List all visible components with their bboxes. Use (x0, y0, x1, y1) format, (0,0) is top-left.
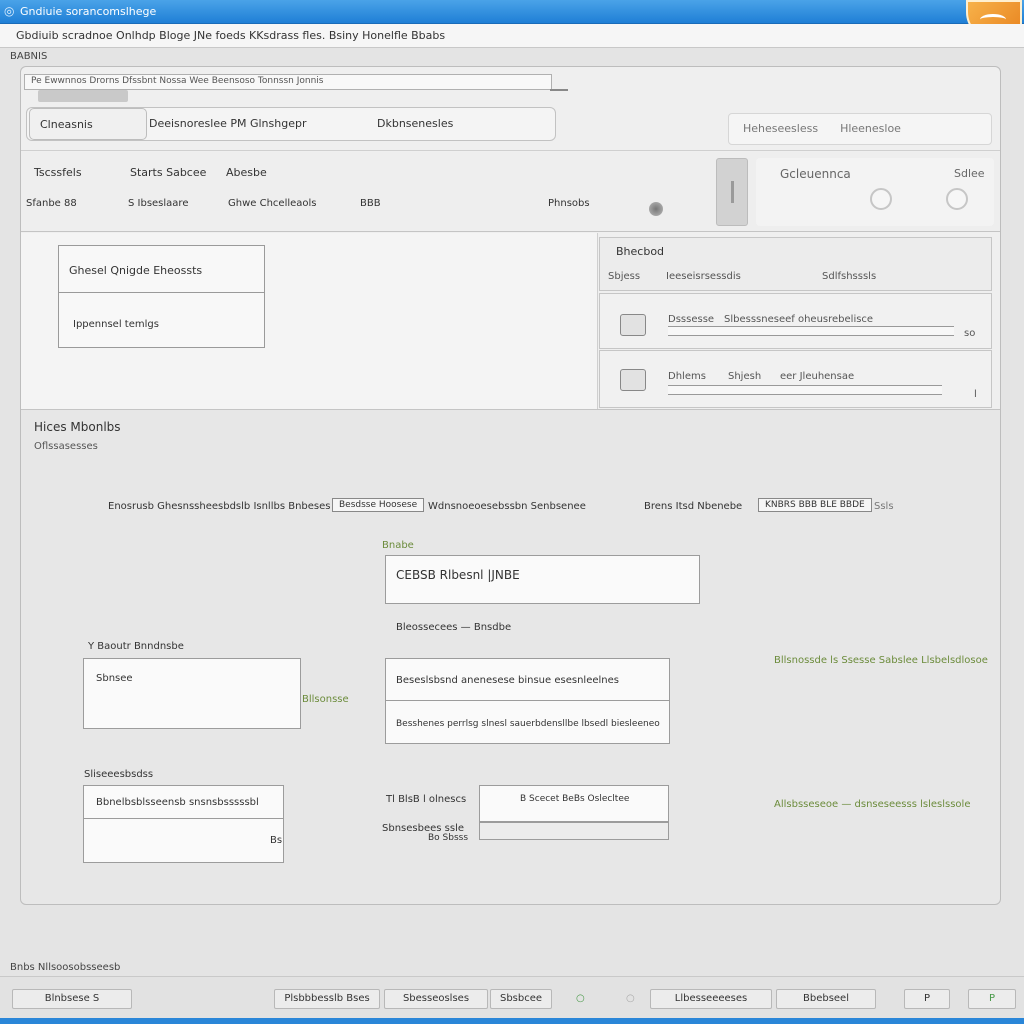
center-field[interactable]: CEBSB Rlbesnl |JNBE (385, 555, 700, 604)
list-item-detail: Slbesssneseef oheusrebelisce (724, 314, 874, 325)
settings-circle-icon[interactable] (946, 188, 968, 210)
right-list-header: Bhecbod Sbjess Ieeseisrsessdis Sdlfshsss… (599, 237, 992, 291)
left-group1-label: Y Baoutr Bnndnsbe (88, 641, 184, 652)
left-hint1: Bllsonsse (302, 694, 349, 705)
center-box-line-1[interactable]: Beseslsbsnd anenesese binsue esesnleelne… (385, 658, 670, 701)
right-hint1: Bllsnossde ls Ssesse Sabslee Llsbelsdlos… (774, 655, 988, 666)
list-item-name: Dhlems (668, 371, 706, 382)
right-list-col-2: Ieeseisrsessdis (666, 271, 741, 282)
left-field1[interactable]: Sbnsee (83, 658, 301, 729)
green-dot-icon: ○ (576, 993, 585, 1004)
row1-label: Enosrusb Ghesnssheesbdslb Isnllbs Bnbese… (108, 501, 355, 512)
list-item-value: so (964, 328, 976, 339)
row1-box[interactable]: Besdsse Hoosese (332, 498, 425, 512)
card-subtitle: Ippennsel temlgs (73, 319, 159, 330)
left-field2-top[interactable]: Bbnelbsblsseensb snsnsbsssssbl (83, 785, 284, 819)
footer-button-6[interactable]: Bbebseel (776, 989, 876, 1009)
right-list-col-3: Sdlfshsssls (822, 271, 877, 282)
divider (21, 409, 1000, 410)
list-item-detail: Shjesh (728, 371, 762, 382)
center-box-line-2-text: Besshenes perrlsg slnesl sauerbdensllbe … (396, 719, 660, 729)
radio-dot-icon[interactable] (649, 202, 663, 216)
info-value-5: Phnsobs (548, 198, 590, 209)
info-value-1: Sfanbe 88 (26, 198, 77, 209)
info-label-2: Starts Sabcee (130, 166, 207, 179)
list-item-bar (668, 326, 954, 336)
footer-accent-strip (0, 1018, 1024, 1024)
address-bar[interactable]: Pe Ewwnnos Drorns Dfssbnt Nossa Wee Been… (24, 74, 552, 90)
center-sub: Bleossecees — Bnsdbe (396, 622, 512, 633)
mid-label-1: Tl BlsB l olnescs (386, 794, 467, 805)
center-box-line-1-text: Beseslsbsnd anenesese binsue esesnleelne… (396, 675, 619, 686)
info-label-3: Abesbe (226, 166, 267, 179)
tab-row: Clneasnis Deeisnoreslee PM Glnshgepr Dkb… (26, 107, 556, 141)
mid-box-bar[interactable] (479, 822, 669, 840)
right-field-text-1: Heheseesless (743, 122, 819, 135)
right-list-title: Bhecbod (616, 245, 665, 258)
list-item-extra: eer Jleuhensae (780, 371, 855, 382)
lower-subtitle: Oflssasesses (34, 441, 98, 452)
center-field-text: CEBSB Rlbesnl |JNBE (396, 568, 520, 582)
footer-button-7[interactable]: P (904, 989, 950, 1009)
footer-button-8[interactable]: P (968, 989, 1016, 1009)
address-bar-handle[interactable] (550, 87, 568, 91)
center-caption: Bnabe (382, 540, 414, 551)
footer-button-5[interactable]: Llbesseeeeses (650, 989, 772, 1009)
monitor-icon (620, 369, 646, 391)
list-item-value: l (974, 389, 977, 400)
info-panel-right: Sdlee (954, 167, 985, 180)
section-label: BABNIS (10, 51, 48, 62)
left-field2-bottom[interactable]: Bs (83, 818, 284, 863)
list-item-name: Dsssesse (668, 314, 715, 325)
info-label-1: Tscssfels (34, 166, 82, 179)
tab-documents[interactable]: Dkbnsenesles (367, 108, 463, 140)
divider (21, 150, 1000, 151)
info-value-4: BBB (360, 198, 381, 209)
left-field1-text: Sbnsee (96, 673, 133, 684)
footer-button-4[interactable]: Sbsbcee (490, 989, 552, 1009)
mid-box-text: B Scecet BeBs Oslecltee (520, 794, 630, 804)
window-control-icon[interactable] (716, 158, 748, 226)
lower-title: Hices Mbonlbs (34, 420, 121, 434)
card-title-box[interactable]: Ghesel Qnigde Eheossts (58, 245, 265, 293)
left-field2-mark: Bs (270, 835, 283, 846)
window-titlebar: ◎ Gndiuie sorancomslhege (0, 0, 1024, 24)
card-title: Ghesel Qnigde Eheossts (69, 264, 203, 277)
mid-label-2b: Bo Sbsss (428, 833, 469, 843)
status-label: Bnbs Nllsoosobsseesb (10, 962, 121, 973)
card-subtitle-box[interactable]: Ippennsel temlgs (58, 292, 265, 348)
list-item[interactable]: Dhlems Shjesh eer Jleuhensae l (599, 350, 992, 408)
ship-icon (620, 314, 646, 336)
list-item-bar (668, 385, 942, 395)
tab-details[interactable]: Deeisnoreslee PM Glnshgepr (139, 108, 317, 140)
mid-box[interactable]: B Scecet BeBs Oslecltee (479, 785, 669, 822)
tab-clients[interactable]: Clneasnis (29, 108, 147, 140)
right-hint2: Allsbsseseoe — dsnseseesss lsleslssole (774, 799, 971, 810)
row1-right-hint: Ssls (874, 501, 894, 512)
row1-hint: Wdnsnoeoesebssbn Senbsenee (428, 501, 586, 512)
center-box-line-2[interactable]: Besshenes perrlsg slnesl sauerbdensllbe … (385, 700, 670, 744)
info-value-2: S Ibseslaare (128, 198, 189, 209)
right-field-text-2: Hleenesloe (840, 122, 901, 135)
grey-dot-icon: ○ (626, 993, 635, 1004)
toolbar-text: Gbdiuib scradnoe Onlhdp Bloge JNe foeds … (16, 29, 446, 42)
window-title: Gndiuie sorancomslhege (20, 5, 157, 18)
tab-strip (38, 90, 128, 102)
info-panel-title: Gcleuennca (780, 167, 851, 181)
gear-icon[interactable] (870, 188, 892, 210)
footer-button-1[interactable]: Blnbsese S (12, 989, 132, 1009)
toolbar: Gbdiuib scradnoe Onlhdp Bloge JNe foeds … (0, 24, 1024, 48)
left-field2-top-text: Bbnelbsblsseensb snsnsbsssssbl (96, 797, 259, 808)
row1-right-label: Brens Itsd Nbenebe (644, 501, 743, 512)
footer-button-2[interactable]: Plsbbbesslb Bses (274, 989, 380, 1009)
row1-right-box[interactable]: KNBRS BBB BLE BBDE (758, 498, 872, 512)
right-search-field[interactable]: Heheseesless Hleenesloe (728, 113, 992, 145)
info-value-3: Ghwe Chcelleaols (228, 198, 317, 209)
footer-button-3[interactable]: Sbesseoslses (384, 989, 488, 1009)
right-list-col-1: Sbjess (608, 271, 641, 282)
app-logo-icon: ◎ (4, 4, 15, 18)
list-item[interactable]: Dsssesse Slbesssneseef oheusrebelisce so (599, 293, 992, 349)
left-group2-label: Sliseeesbsdss (84, 769, 154, 780)
